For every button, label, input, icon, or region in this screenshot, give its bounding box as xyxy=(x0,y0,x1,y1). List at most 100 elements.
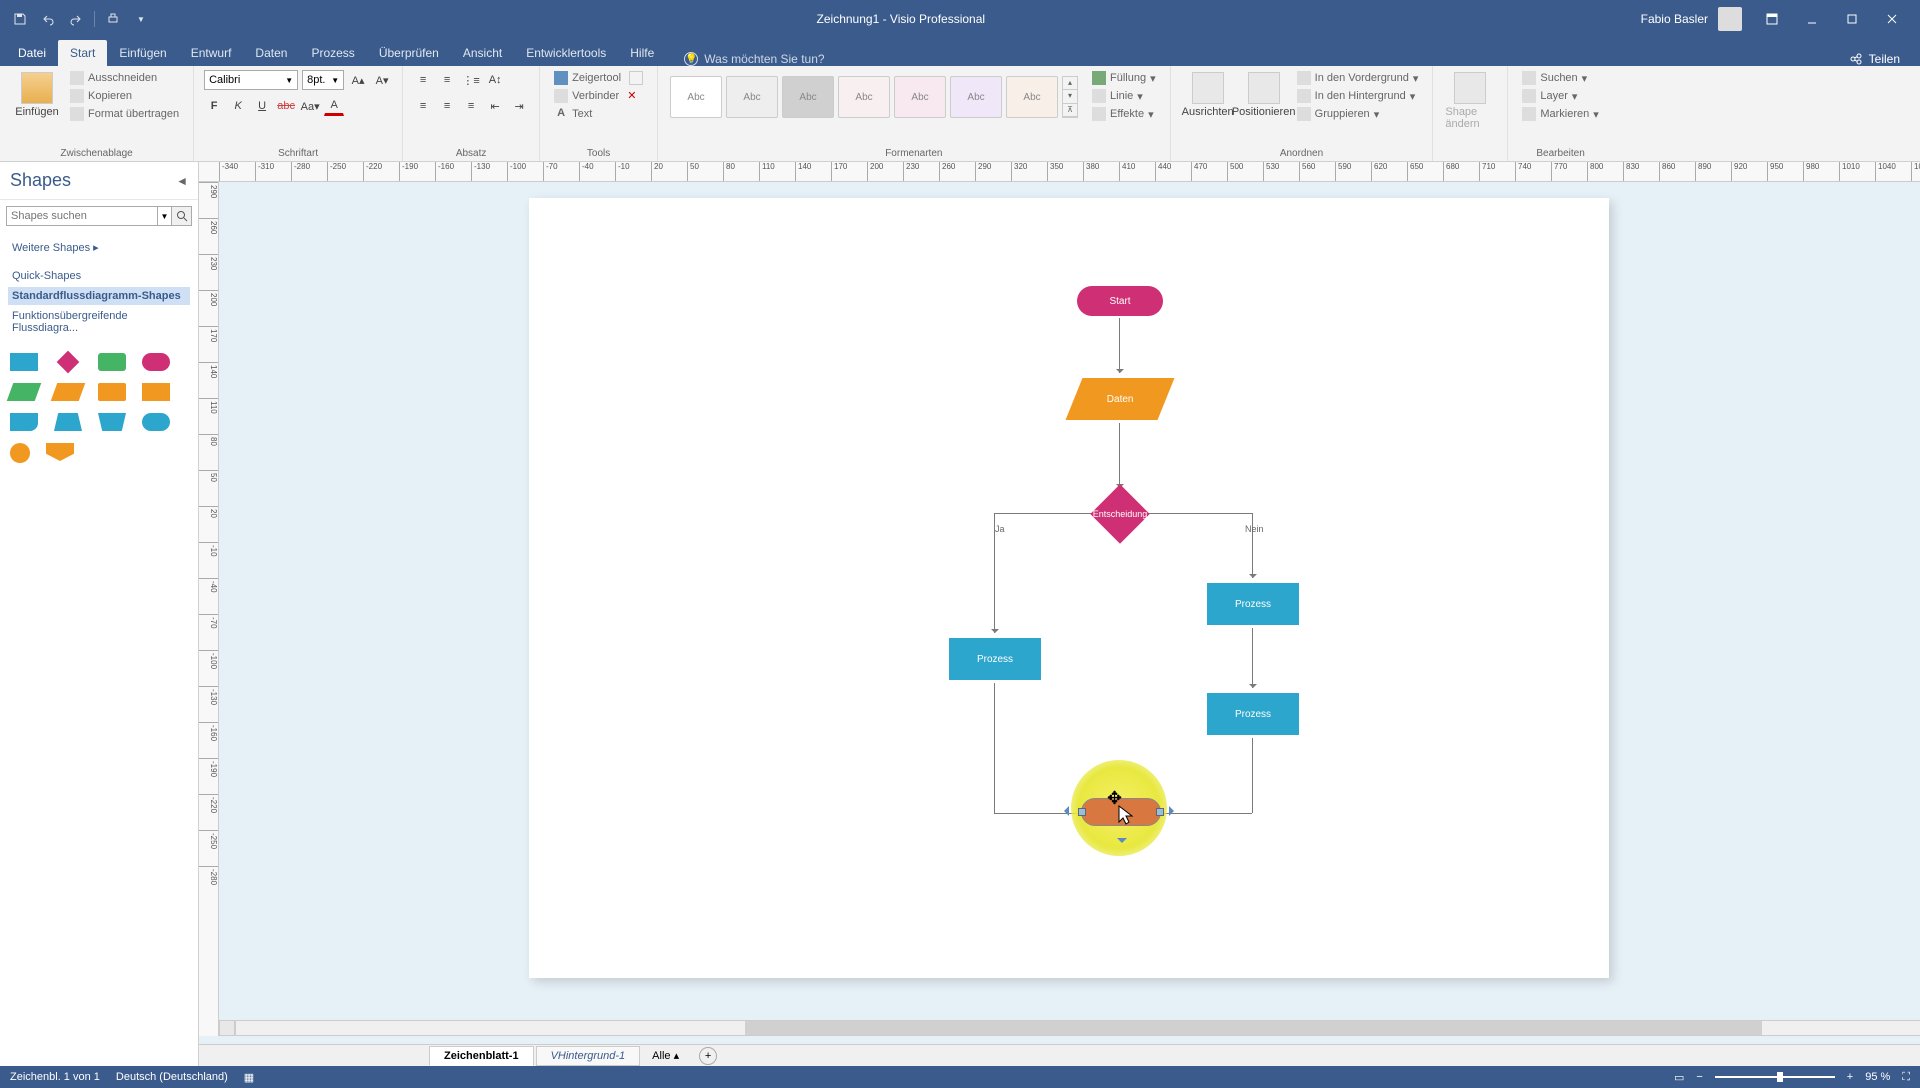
undo-icon[interactable] xyxy=(38,9,58,29)
style-item-1[interactable]: Abc xyxy=(670,76,722,118)
tab-prozess[interactable]: Prozess xyxy=(299,40,366,66)
category-quick-shapes[interactable]: Quick-Shapes xyxy=(8,267,190,285)
gallery-up-icon[interactable]: ▴ xyxy=(1063,77,1077,90)
stencil-shape-data-green[interactable] xyxy=(7,383,42,401)
font-size-combo[interactable]: 8pt.▼ xyxy=(302,70,344,90)
fill-button[interactable]: Füllung ▾ xyxy=(1088,70,1160,86)
increase-font-button[interactable]: A▴ xyxy=(348,70,368,90)
style-item-6[interactable]: Abc xyxy=(950,76,1002,118)
align-right-button[interactable]: ≡ xyxy=(461,96,481,116)
align-button[interactable]: Ausrichten xyxy=(1181,70,1235,120)
copy-button[interactable]: Kopieren xyxy=(66,88,183,104)
print-icon[interactable] xyxy=(103,9,123,29)
cut-button[interactable]: Ausschneiden xyxy=(66,70,183,86)
minimize-icon[interactable] xyxy=(1792,0,1832,38)
font-name-combo[interactable]: Calibri▼ xyxy=(204,70,298,90)
align-middle-button[interactable]: ≡ xyxy=(437,70,457,90)
layer-button[interactable]: Layer ▾ xyxy=(1518,88,1602,104)
connector-right-to-end-v[interactable] xyxy=(1252,738,1253,813)
shapes-search-input[interactable] xyxy=(6,206,158,226)
connector-right-down[interactable] xyxy=(1252,513,1253,578)
connector-process2-to-3[interactable] xyxy=(1252,628,1253,688)
style-item-5[interactable]: Abc xyxy=(894,76,946,118)
tab-daten[interactable]: Daten xyxy=(243,40,299,66)
stencil-shape-connector[interactable] xyxy=(10,443,30,463)
redo-icon[interactable] xyxy=(66,9,86,29)
scroll-thumb[interactable] xyxy=(745,1021,1762,1035)
tab-ueberpruefen[interactable]: Überprüfen xyxy=(367,40,451,66)
shape-decision[interactable]: Entscheidung xyxy=(1099,493,1141,535)
connector-data-to-decision[interactable] xyxy=(1119,423,1120,488)
category-crossfunctional[interactable]: Funktionsübergreifende Flussdiagra... xyxy=(8,307,190,337)
indent-inc-button[interactable]: ⇥ xyxy=(509,96,529,116)
connector-left-to-end-v[interactable] xyxy=(994,683,995,813)
stencil-shape-manual-input[interactable] xyxy=(98,413,126,431)
shapes-panel-collapse-icon[interactable]: ◄ xyxy=(176,174,188,188)
style-item-3[interactable]: Abc xyxy=(782,76,834,118)
close-icon[interactable] xyxy=(1872,0,1912,38)
shape-data[interactable]: Daten xyxy=(1066,378,1175,420)
strikethrough-button[interactable]: abc xyxy=(276,96,296,116)
sheet-tab-active[interactable]: Zeichenblatt-1 xyxy=(429,1046,534,1066)
zoom-out-button[interactable]: − xyxy=(1696,1071,1702,1083)
change-shape-button[interactable]: Shape ändern xyxy=(1443,70,1497,132)
position-button[interactable]: Positionieren xyxy=(1237,70,1291,120)
style-item-4[interactable]: Abc xyxy=(838,76,890,118)
maximize-icon[interactable] xyxy=(1832,0,1872,38)
save-icon[interactable] xyxy=(10,9,30,29)
tab-start[interactable]: Start xyxy=(58,40,107,66)
tell-me-search[interactable]: 💡 Was möchten Sie tun? xyxy=(684,52,824,66)
tab-entwurf[interactable]: Entwurf xyxy=(179,40,244,66)
zoom-slider-thumb[interactable] xyxy=(1777,1072,1783,1082)
zoom-value[interactable]: 95 % xyxy=(1865,1071,1890,1083)
stencil-shape-database[interactable] xyxy=(98,383,126,401)
tab-ansicht[interactable]: Ansicht xyxy=(451,40,514,66)
tab-file[interactable]: Datei xyxy=(6,40,58,66)
decrease-font-button[interactable]: A▾ xyxy=(372,70,392,90)
shapes-search-dropdown[interactable]: ▼ xyxy=(158,206,172,226)
status-language[interactable]: Deutsch (Deutschland) xyxy=(116,1071,228,1084)
fit-page-button[interactable]: ⛶ xyxy=(1902,1071,1910,1084)
shape-process-right-1[interactable]: Prozess xyxy=(1207,583,1299,625)
stencil-shape-data[interactable] xyxy=(51,383,86,401)
format-painter-button[interactable]: Format übertragen xyxy=(66,106,183,122)
autoconnect-left[interactable] xyxy=(1059,806,1069,816)
scroll-track[interactable] xyxy=(235,1020,1920,1036)
drawing-page[interactable]: Ja Nein Start Daten Entscheidung Prozess… xyxy=(529,198,1609,978)
style-item-2[interactable]: Abc xyxy=(726,76,778,118)
sheet-tab-all[interactable]: Alle ▴ xyxy=(642,1046,689,1065)
style-item-7[interactable]: Abc xyxy=(1006,76,1058,118)
user-name[interactable]: Fabio Basler xyxy=(1641,12,1708,26)
user-avatar[interactable] xyxy=(1718,7,1742,31)
autoconnect-down[interactable] xyxy=(1117,838,1127,848)
delete-connector-icon[interactable]: ✕ xyxy=(627,89,641,103)
shape-process-left[interactable]: Prozess xyxy=(949,638,1041,680)
zoom-in-button[interactable]: + xyxy=(1847,1071,1853,1083)
status-macro-icon[interactable]: ▦ xyxy=(244,1071,254,1084)
handle-right[interactable] xyxy=(1156,808,1164,816)
align-top-button[interactable]: ≡ xyxy=(413,70,433,90)
zoom-slider[interactable] xyxy=(1715,1076,1835,1078)
stencil-shape-process[interactable] xyxy=(10,353,38,371)
add-sheet-button[interactable]: + xyxy=(699,1047,717,1065)
tab-einfuegen[interactable]: Einfügen xyxy=(107,40,178,66)
indent-dec-button[interactable]: ⇤ xyxy=(485,96,505,116)
bold-button[interactable]: F xyxy=(204,96,224,116)
bring-front-button[interactable]: In den Vordergrund ▾ xyxy=(1293,70,1423,86)
shape-process-right-2[interactable]: Prozess xyxy=(1207,693,1299,735)
align-center-button[interactable]: ≡ xyxy=(437,96,457,116)
qat-dropdown-icon[interactable]: ▼ xyxy=(131,9,151,29)
horizontal-scrollbar[interactable] xyxy=(219,1020,1920,1036)
select-button[interactable]: Markieren ▾ xyxy=(1518,106,1602,122)
presentation-modees-icon[interactable]: ▭ xyxy=(1674,1071,1684,1084)
paste-button[interactable]: Einfügen xyxy=(10,70,64,120)
underline-button[interactable]: U xyxy=(252,96,272,116)
font-color-button[interactable]: A xyxy=(324,96,344,116)
shapes-search-button[interactable] xyxy=(172,206,192,226)
connector-start-to-data[interactable] xyxy=(1119,318,1120,373)
case-button[interactable]: Aa▾ xyxy=(300,96,320,116)
stencil-shape-subprocess[interactable] xyxy=(98,353,126,371)
text-direction-button[interactable]: A↕ xyxy=(485,70,505,90)
stencil-shape-decision[interactable] xyxy=(57,351,80,374)
italic-button[interactable]: K xyxy=(228,96,248,116)
